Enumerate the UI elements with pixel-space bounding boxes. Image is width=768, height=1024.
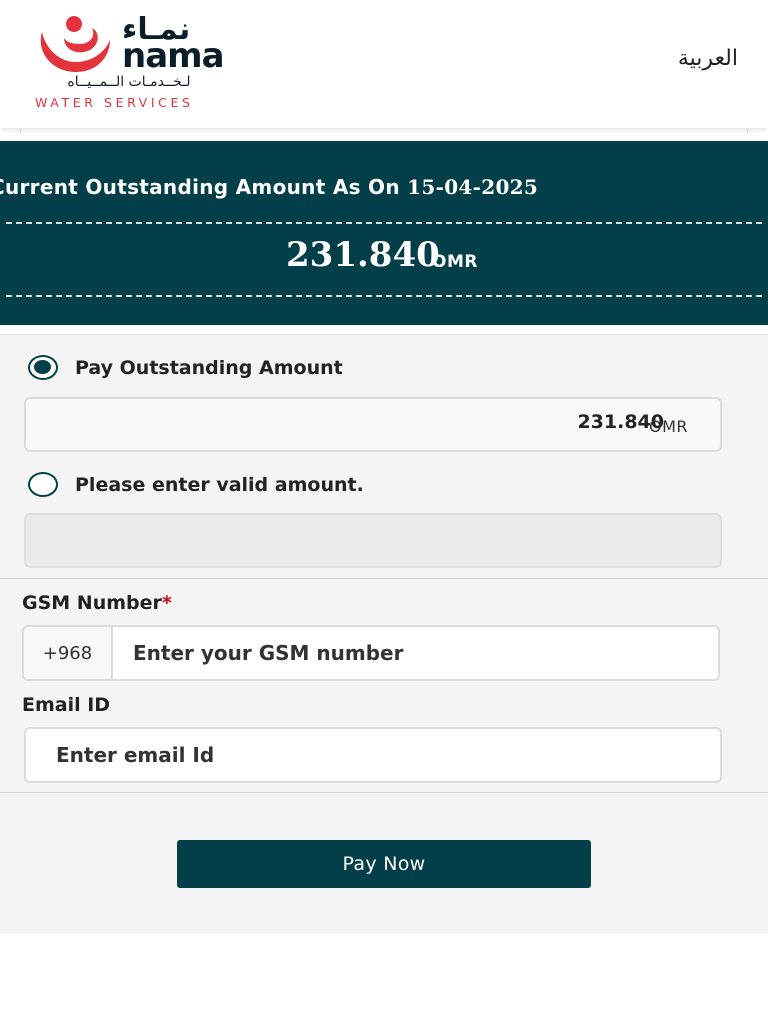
outstanding-amount: 231.840 — [286, 235, 440, 275]
custom-amount-label: Please enter valid amount. — [75, 473, 364, 496]
banner-divider-top — [6, 222, 762, 224]
outstanding-date: 15-04-2025 — [407, 175, 539, 199]
gsm-label-text: GSM Number — [22, 592, 162, 614]
section-divider — [0, 578, 768, 579]
pay-outstanding-radio[interactable] — [28, 355, 58, 380]
app-header: نمـاء nama لـخــدمـات الــمــيــاه WATER… — [0, 0, 768, 128]
custom-amount-radio[interactable] — [28, 472, 58, 497]
outstanding-title: Current Outstanding Amount As On 15-04-2… — [0, 175, 538, 199]
banner-divider-bottom — [6, 295, 762, 297]
pay-now-button[interactable]: Pay Now — [177, 840, 591, 888]
email-label: Email ID — [22, 694, 111, 716]
gsm-country-code: +968 — [24, 627, 113, 679]
pay-outstanding-option[interactable]: Pay Outstanding Amount — [28, 355, 343, 380]
header-underline — [20, 128, 748, 134]
nama-logo[interactable]: نمـاء nama لـخــدمـات الــمــيــاه WATER… — [30, 12, 230, 112]
required-mark: * — [161, 592, 172, 614]
outstanding-banner: Current Outstanding Amount As On 15-04-2… — [0, 141, 768, 325]
gsm-label: GSM Number* — [22, 592, 172, 614]
outstanding-currency: OMR — [432, 252, 478, 272]
logo-english-name: nama — [122, 36, 225, 76]
custom-amount-option[interactable]: Please enter valid amount. — [28, 472, 364, 497]
outstanding-amount-field: 231.840 OMR — [24, 397, 722, 452]
email-input[interactable] — [24, 727, 722, 783]
pay-outstanding-label: Pay Outstanding Amount — [75, 356, 343, 379]
gsm-field: +968 — [22, 625, 720, 681]
payment-form: Pay Outstanding Amount 231.840 OMR Pleas… — [0, 334, 768, 934]
outstanding-amount-currency: OMR — [648, 417, 688, 436]
logo-tagline: WATER SERVICES — [35, 95, 194, 110]
section-divider — [0, 792, 768, 793]
outstanding-title-text: Current Outstanding Amount As On — [0, 175, 400, 199]
nama-logo-icon — [40, 16, 110, 72]
language-switch-link[interactable]: العربية — [678, 46, 738, 71]
custom-amount-input[interactable] — [24, 513, 722, 568]
gsm-input[interactable] — [113, 627, 718, 679]
logo-arabic-subtitle: لـخــدمـات الــمــيــاه — [67, 74, 191, 90]
